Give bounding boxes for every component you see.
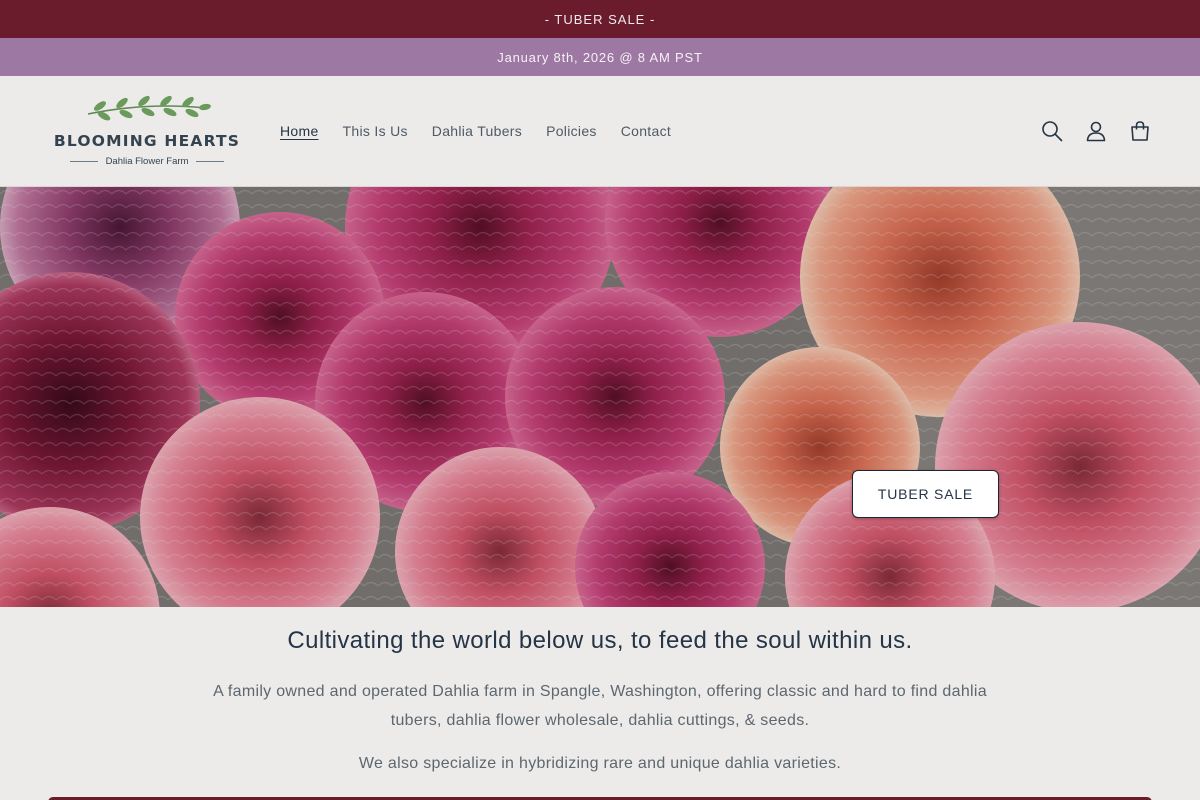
nav-this-is-us[interactable]: This Is Us — [331, 123, 420, 139]
brand-subtitle: Dahlia Flower Farm — [105, 155, 189, 167]
tagline-heading: Cultivating the world below us, to feed … — [287, 627, 913, 654]
announcement-text-secondary: January 8th, 2026 @ 8 AM PST — [497, 49, 703, 65]
search-icon — [1042, 121, 1063, 142]
cart-icon — [1131, 121, 1149, 141]
account-button[interactable] — [1074, 109, 1118, 153]
brand-logo[interactable]: BLOOMING HEARTS Dahlia Flower Farm — [52, 94, 242, 170]
logo-divider-right — [196, 160, 225, 162]
tuber-sale-button[interactable]: TUBER SALE — [852, 470, 999, 518]
main-nav: Home This Is Us Dahlia Tubers Policies C… — [268, 76, 683, 186]
site-header: BLOOMING HEARTS Dahlia Flower Farm Home … — [0, 76, 1200, 187]
header-icons — [1030, 109, 1162, 153]
nav-dahlia-tubers[interactable]: Dahlia Tubers — [420, 123, 534, 139]
leaf-branch-icon — [87, 95, 211, 121]
hero-banner: TUBER SALE — [0, 187, 1200, 607]
logo-divider-left — [70, 160, 98, 162]
announcement-text-primary: - TUBER SALE - — [544, 11, 656, 27]
search-button[interactable] — [1030, 109, 1074, 153]
nav-policies[interactable]: Policies — [534, 123, 609, 139]
brand-subtitle-row: Dahlia Flower Farm — [70, 154, 225, 168]
brand-name: BLOOMING HEARTS — [53, 132, 241, 150]
cart-button[interactable] — [1118, 109, 1162, 153]
farm-description: A family owned and operated Dahlia farm … — [213, 683, 987, 729]
nav-home[interactable]: Home — [268, 123, 331, 139]
announcement-bar-primary[interactable]: - TUBER SALE - — [0, 0, 1200, 38]
announcement-bar-secondary: January 8th, 2026 @ 8 AM PST — [0, 38, 1200, 76]
nav-contact[interactable]: Contact — [609, 123, 683, 139]
dahlia-flowers-image — [0, 187, 1200, 607]
hybridizing-text: We also specialize in hybridizing rare a… — [358, 755, 842, 772]
account-icon — [1086, 121, 1106, 142]
intro-section: Cultivating the world below us, to feed … — [0, 607, 1200, 800]
